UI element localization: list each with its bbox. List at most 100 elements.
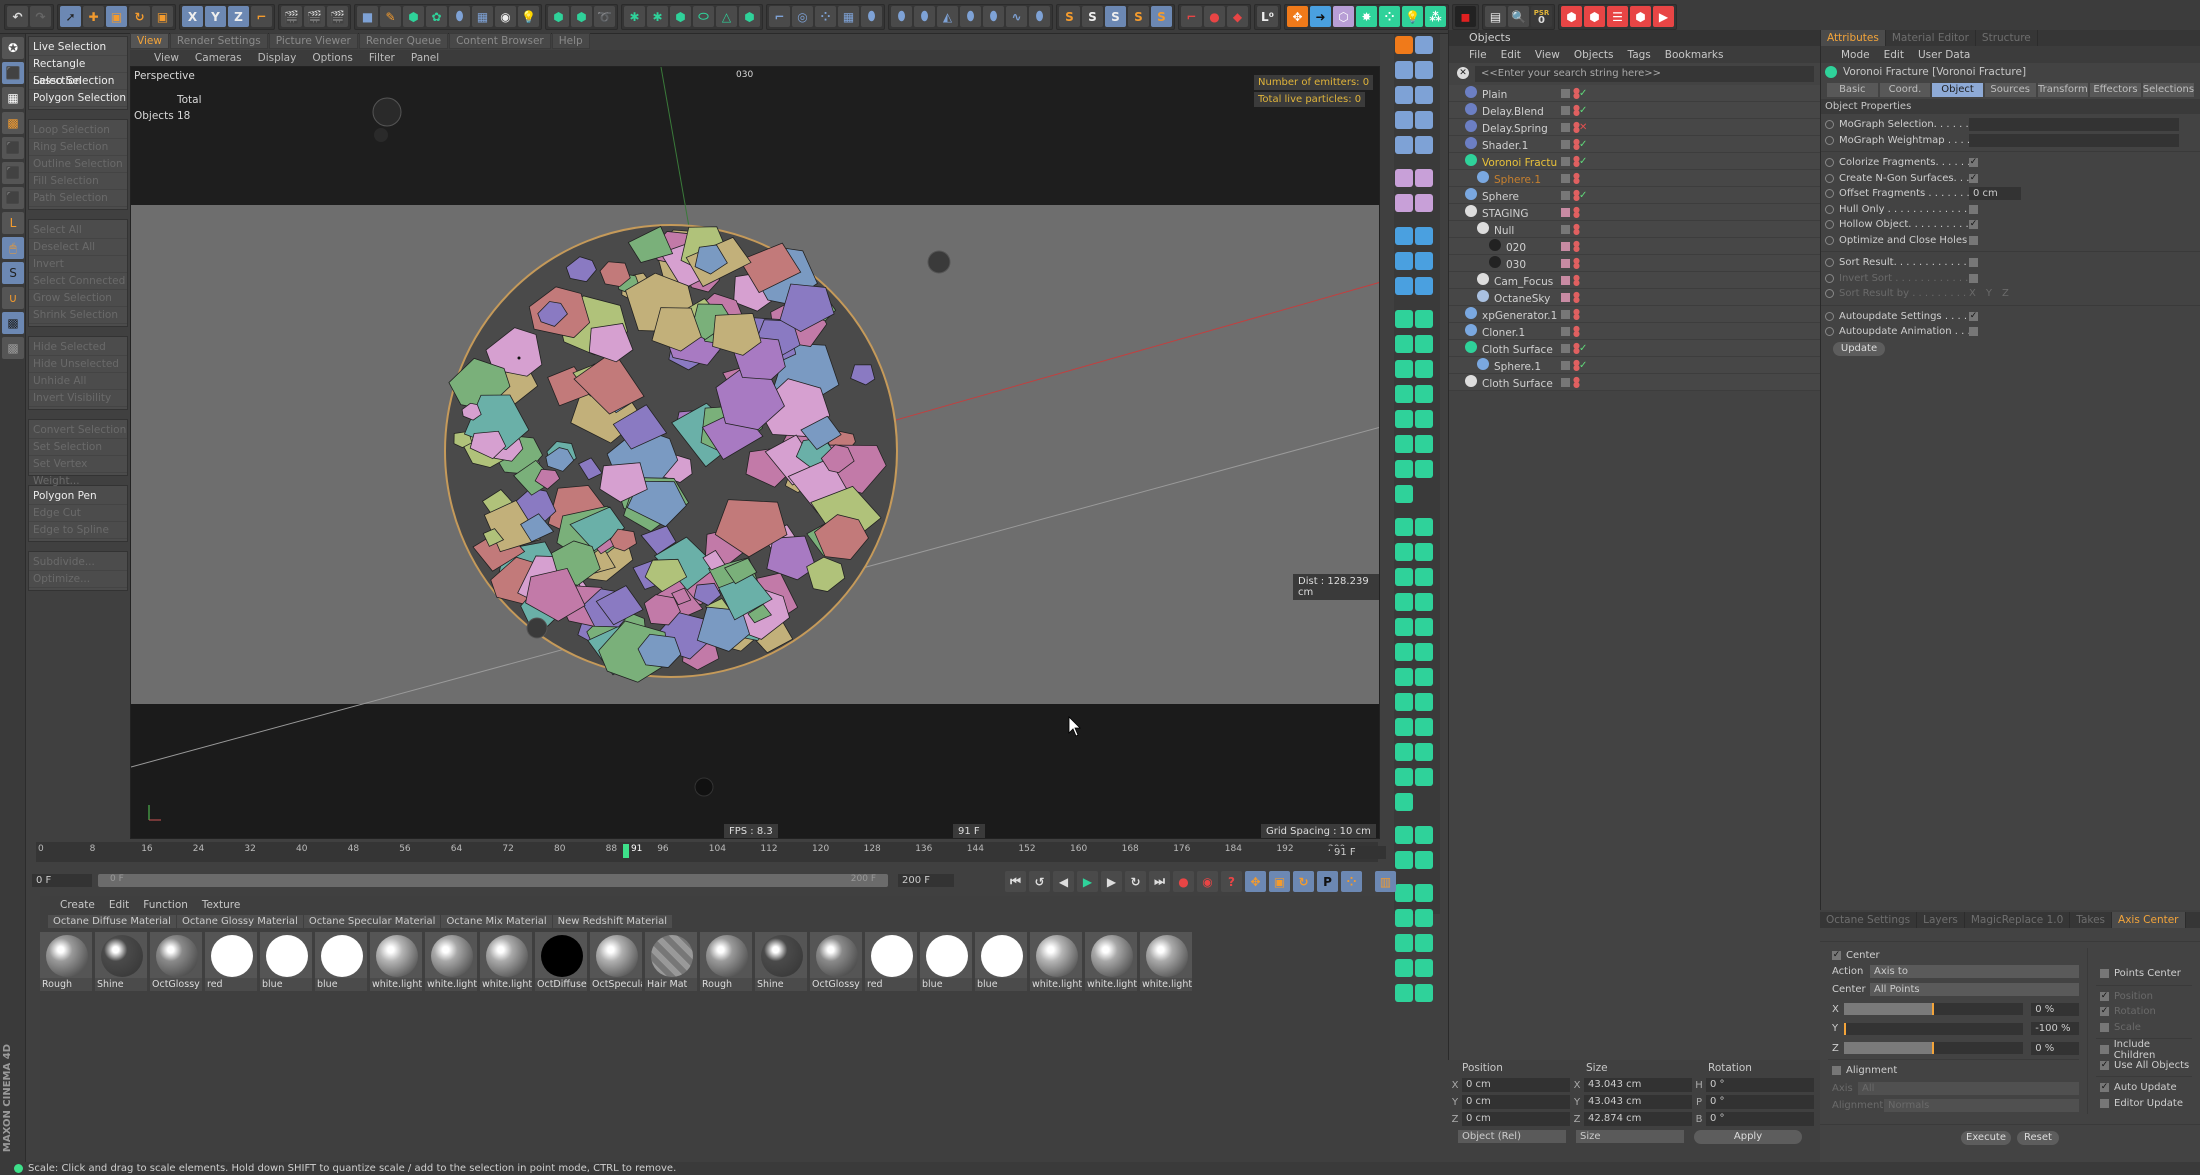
plugin-tool-icon[interactable] [1415, 36, 1433, 54]
subtab-effectors[interactable]: Effectors [2090, 83, 2141, 97]
visibility-dots-icon[interactable]: ● ● [1573, 172, 1580, 185]
position-field[interactable]: 0 cm [1462, 1078, 1570, 1092]
execute-button[interactable]: Execute [1961, 1130, 2011, 1145]
viewport-menu-cameras[interactable]: Cameras [195, 52, 242, 64]
planar-workplane-icon[interactable]: ▩ [2, 337, 24, 359]
tab-axis-center[interactable]: Axis Center [2112, 912, 2186, 928]
enabled-check-icon[interactable]: ✓ [1579, 88, 1589, 99]
psr-icon[interactable]: PSR 0 [1531, 6, 1552, 27]
plugin-tool-icon[interactable] [1395, 169, 1413, 187]
menu-item-set-selection[interactable]: Set Selection [29, 439, 127, 456]
material-swatch[interactable]: white.light [1030, 932, 1082, 991]
property-row[interactable]: Autoupdate Settings . . . . . ✓ [1821, 309, 2200, 325]
rotate-tool-icon[interactable]: ↻ [129, 6, 150, 27]
range-slider[interactable]: 0 F 200 F [98, 874, 888, 887]
plugin-tool-icon[interactable] [1415, 718, 1433, 736]
sort-axis-radio[interactable]: Y [1986, 288, 1992, 299]
xp-system-icon[interactable]: ✥ [1287, 6, 1308, 27]
property-checkbox[interactable] [1969, 273, 1978, 283]
plugin-tool-icon[interactable] [1395, 335, 1413, 353]
animate-radio-icon[interactable] [1825, 220, 1834, 230]
rotation-field[interactable]: 0 ° [1706, 1095, 1814, 1109]
lock-workplane-icon[interactable]: ▩ [2, 312, 24, 334]
material-swatch[interactable]: Rough [700, 932, 752, 991]
workplane-mode-icon[interactable]: ▩ [2, 112, 24, 134]
undo-icon[interactable]: ↶ [7, 6, 28, 27]
animate-radio-icon[interactable] [1825, 120, 1834, 130]
previous-key-icon[interactable]: ↺ [1029, 871, 1050, 892]
menu-item-loop-selection[interactable]: Loop Selection [29, 122, 127, 139]
plugin-tool-icon[interactable] [1415, 693, 1433, 711]
animate-radio-icon[interactable] [1825, 273, 1834, 283]
property-checkbox[interactable]: ✓ [1969, 158, 1978, 168]
snap-3d-icon[interactable]: S [1105, 6, 1126, 27]
plugin-tool-icon[interactable] [1395, 593, 1413, 611]
fracture-icon[interactable]: ✱ [647, 6, 668, 27]
shear-icon[interactable]: ◭ [937, 6, 958, 27]
property-checkbox[interactable]: ✓ [1969, 311, 1978, 321]
enabled-check-icon[interactable]: ✕ [1579, 122, 1589, 133]
layer-swatch[interactable] [1561, 377, 1570, 387]
property-row[interactable]: Hull Only . . . . . . . . . . . . . [1821, 202, 2200, 218]
object-row[interactable]: Plain ● ● ✓ [1449, 85, 1820, 102]
plugin-tool-icon[interactable] [1395, 826, 1413, 844]
property-row[interactable]: Sort Result. . . . . . . . . . . . [1821, 255, 2200, 271]
explosion-icon[interactable]: ⬮ [1029, 6, 1050, 27]
deformer-icon[interactable]: ⬮ [449, 6, 470, 27]
animate-radio-icon[interactable] [1825, 135, 1834, 145]
axis-mode-icon[interactable]: L [2, 212, 24, 234]
redo-icon[interactable]: ↷ [30, 6, 51, 27]
plugin-tool-icon[interactable] [1395, 111, 1413, 129]
menu-item-set-vertex-weight[interactable]: Set Vertex Weight... [29, 456, 127, 487]
coord-size-select[interactable]: Size [1576, 1130, 1684, 1143]
axis-option-row[interactable]: Points Center [2096, 966, 2192, 982]
plugin-tool-icon[interactable] [1415, 410, 1433, 428]
null-icon[interactable]: L⁰ [1257, 6, 1278, 27]
camera-icon[interactable]: ◉ [495, 6, 516, 27]
tab-octane-settings[interactable]: Octane Settings [1820, 912, 1918, 928]
magnifier-icon[interactable]: 🔍 [1508, 6, 1529, 27]
plugin-tool-icon[interactable] [1395, 86, 1413, 104]
object-row[interactable]: OctaneSky ● ● [1449, 289, 1820, 306]
material-swatch[interactable]: red [205, 932, 257, 991]
xp-generator-icon[interactable]: ✸ [1356, 6, 1377, 27]
xp-group-icon[interactable]: ⁘ [1379, 6, 1400, 27]
menu-item-ring-selection[interactable]: Ring Selection [29, 139, 127, 156]
layer-swatch[interactable] [1561, 156, 1570, 166]
xp-emitter-icon[interactable]: ➜ [1310, 6, 1331, 27]
tweak-mode-icon[interactable]: 🖱 [2, 237, 24, 259]
visibility-dots-icon[interactable]: ● ● [1573, 274, 1580, 287]
material-swatch[interactable]: OctGlossy [810, 932, 862, 991]
object-row[interactable]: Cam_Focus ● ● [1449, 272, 1820, 289]
alignment-checkbox[interactable] [1832, 1066, 1841, 1076]
menu-item-deselect-all[interactable]: Deselect All [29, 239, 127, 256]
quantize-icon[interactable]: S [1151, 6, 1172, 27]
model-mode-icon[interactable]: ⬛ [2, 62, 24, 84]
taper-icon[interactable]: ⬮ [960, 6, 981, 27]
layer-swatch[interactable] [1561, 173, 1570, 183]
viewport-menu-options[interactable]: Options [312, 52, 353, 64]
axis-option-row[interactable]: ✓ Rotation [2096, 1004, 2192, 1020]
property-row[interactable]: Colorize Fragments. . . . . . ✓ [1821, 155, 2200, 171]
workplane-icon[interactable]: ⌐ [1181, 6, 1202, 27]
menu-item-subdivide[interactable]: Subdivide... [29, 554, 127, 571]
axis-slider[interactable] [1843, 1003, 2024, 1016]
floor-icon[interactable]: ▦ [472, 6, 493, 27]
object-menu-bookmarks[interactable]: Bookmarks [1665, 49, 1724, 61]
plugin-tool-icon[interactable] [1415, 884, 1433, 902]
object-menu-edit[interactable]: Edit [1501, 49, 1521, 61]
plugin-tool-icon[interactable] [1415, 643, 1433, 661]
center-checkbox[interactable]: ✓ [1832, 951, 1841, 961]
plugin-tool-icon[interactable] [1415, 618, 1433, 636]
menu-item-shrink-selection[interactable]: Shrink Selection [29, 307, 127, 324]
object-row[interactable]: STAGING ● ● [1449, 204, 1820, 221]
object-menu-objects[interactable]: Objects [1574, 49, 1614, 61]
axis-option-checkbox[interactable] [2100, 969, 2109, 979]
menu-item-lasso-selection[interactable]: Lasso Selection [29, 73, 127, 90]
animate-radio-icon[interactable] [1825, 311, 1834, 321]
tab-render-queue[interactable]: Render Queue [358, 33, 449, 49]
random-effector-icon[interactable]: ⁘ [815, 6, 836, 27]
clear-search-icon[interactable]: ✕ [1457, 67, 1469, 79]
material-swatch[interactable]: white.light [425, 932, 477, 991]
plugin-tool-icon[interactable] [1395, 793, 1413, 811]
